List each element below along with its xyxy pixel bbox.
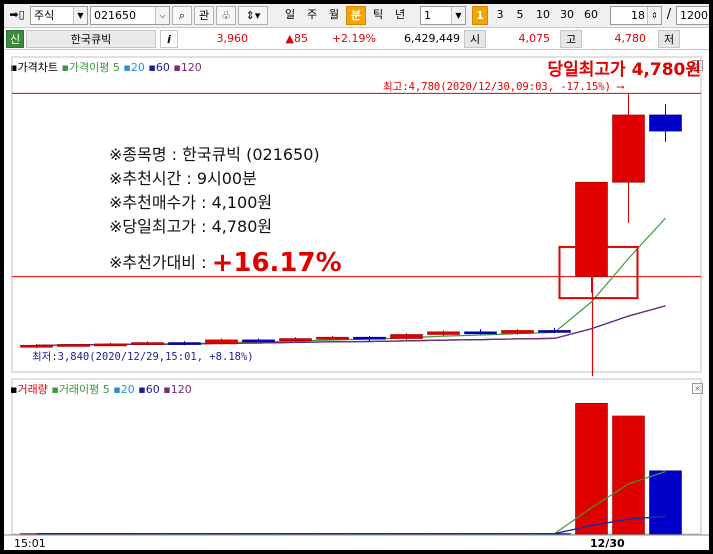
volume-pane-close-icon[interactable]: × <box>692 383 703 394</box>
x-axis-left-time: 15:01 <box>14 537 46 550</box>
info-return: ※추천가대비 : +16.17% <box>109 248 342 278</box>
candle-body <box>390 334 423 339</box>
info-intraday-high: ※당일최고가 : 4,780원 <box>109 217 273 236</box>
legend-volume-ma: 거래이평 <box>58 383 100 396</box>
volume-bar <box>649 470 682 535</box>
candle-body <box>575 181 608 277</box>
volume-bar <box>575 403 608 535</box>
candle-body <box>649 114 682 132</box>
volume-ma20-line <box>36 515 666 535</box>
candle-body <box>279 338 312 341</box>
candle-body <box>242 339 275 343</box>
info-stock-name: ※종목명 : 한국큐빅 (021650) <box>109 145 320 164</box>
info-recommend-price: ※추천매수가 : 4,100원 <box>109 193 273 212</box>
candle-body <box>57 344 90 347</box>
candle-body <box>168 342 201 345</box>
volume-ma5-line <box>36 470 666 535</box>
volume-bar <box>612 415 645 535</box>
candle-body <box>316 336 349 340</box>
volume-ma60-line <box>36 515 666 535</box>
intraday-low-annotation: 최저:3,840(2020/12/29,15:01, +8.18%) <box>32 351 254 363</box>
x-axis-date: 12/30 <box>590 537 625 550</box>
info-recommend-time: ※추천시간 : 9시00분 <box>109 169 257 188</box>
legend-vma-60: 60 <box>145 383 160 396</box>
legend-vma-20: 20 <box>120 383 135 396</box>
volume-pane-legend: ▪거래량 ▪거래이평 5 ▪20 ▪60 ▪120 <box>10 383 192 396</box>
info-return-label: ※추천가대비 : <box>109 253 212 272</box>
candle-body <box>20 344 53 348</box>
price-ma5-line <box>36 217 666 346</box>
candle-body <box>538 330 571 333</box>
hts-chart-window: ➡▯ 주식 ▼ 021650 ⌵ ⌕ 관 ♧ ⇕▾ 일 주 월 분 틱 년 1 … <box>4 4 709 550</box>
candle-body <box>464 331 497 335</box>
candle-body <box>427 331 460 335</box>
legend-vma-120: 120 <box>170 383 192 396</box>
legend-volume: 거래량 <box>17 383 48 396</box>
candle-body <box>612 114 645 183</box>
candle-body <box>353 336 386 340</box>
candle-body <box>501 330 534 334</box>
legend-vma-5: 5 <box>102 383 110 396</box>
candle-body <box>205 339 238 345</box>
info-return-value: +16.17% <box>211 248 342 278</box>
candle-body <box>94 343 127 347</box>
candle-body <box>131 342 164 345</box>
